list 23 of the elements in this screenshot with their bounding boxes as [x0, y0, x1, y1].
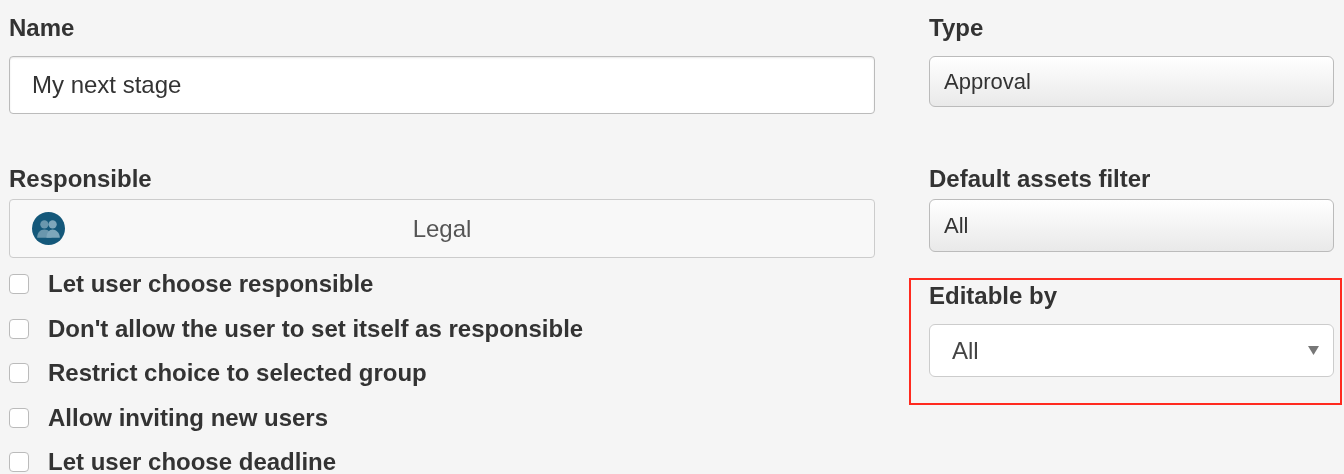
- group-icon: [32, 212, 65, 245]
- checkbox[interactable]: [9, 274, 29, 295]
- option-label: Restrict choice to selected group: [48, 358, 427, 389]
- editable-by-select[interactable]: All: [929, 324, 1334, 377]
- checkbox[interactable]: [9, 318, 29, 339]
- checkbox[interactable]: [9, 452, 29, 473]
- field-label: Editable by: [929, 282, 1059, 310]
- field-label: Default assets filter: [929, 165, 1152, 193]
- checkbox[interactable]: [9, 407, 29, 428]
- name-field[interactable]: My next stage: [9, 56, 875, 114]
- filter-select[interactable]: All: [929, 199, 1334, 252]
- option-label: Let user choose responsible: [48, 269, 374, 300]
- caret-icon: [1308, 346, 1319, 355]
- group-select[interactable]: Legal: [9, 199, 875, 258]
- option-label: Allow inviting new users: [48, 402, 329, 433]
- option-label: Don't allow the user to set itself as responsible: [48, 313, 584, 344]
- field-label: Type: [929, 14, 985, 42]
- field-label: Responsible: [9, 165, 153, 193]
- group-name: Legal: [412, 213, 472, 244]
- checkbox[interactable]: [9, 363, 29, 384]
- type-select[interactable]: Approval: [929, 56, 1334, 107]
- field-label: Name: [9, 14, 76, 42]
- option-label: Let user choose deadline: [48, 447, 337, 474]
